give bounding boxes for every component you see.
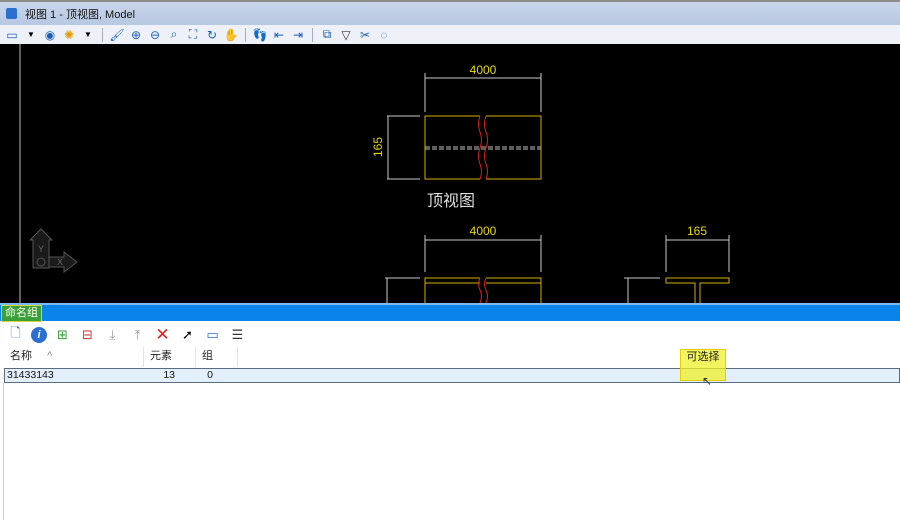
view-attributes-icon[interactable]: ▭ [4,27,20,42]
clip-volume-icon[interactable]: ✂ [357,27,373,42]
view-clip-icon[interactable]: ▽ [338,27,354,42]
cell-name: 31433143 [7,369,54,381]
dimension-165-top [387,115,420,180]
select-group-icon[interactable]: ➚ [178,325,197,344]
drawing-svg: Y X 4000 165 顶视图 4000 165 [19,44,730,303]
title-bar: 视图 1 - 顶视图, Model [0,0,900,25]
front-view: 4000 [385,224,542,303]
info-icon[interactable]: i [31,326,47,343]
window-title: 视图 1 - 顶视图, Model [25,8,136,21]
next-view-icon[interactable]: ⇥ [290,27,306,42]
dim-text: 4000 [470,63,497,77]
zoom-in-icon[interactable]: ⊕ [128,27,144,42]
clip-mask-icon[interactable]: ◌ [376,27,392,42]
named-groups-panel-header: 命名组 [0,303,900,322]
cell-groups: 0 [207,369,213,381]
move-up-icon[interactable]: ⤒ [128,325,147,344]
sort-ascending-icon: ^ [47,350,53,362]
table-row[interactable]: 31433143 13 0 [4,368,900,383]
delete-icon[interactable]: ✕ [153,325,172,344]
move-down-icon[interactable]: ⤓ [103,325,122,344]
add-to-group-icon[interactable]: ⊞ [53,325,72,344]
rotate-icon[interactable]: ↻ [204,27,220,42]
dimension-4000-top [424,73,542,112]
previous-view-icon[interactable]: ⇤ [271,27,287,42]
remove-from-group-icon[interactable]: ⊟ [78,325,97,344]
dim-text: 4000 [470,224,497,238]
fit-view-icon[interactable]: ⛶ [185,27,201,42]
table-header: 名称 ^ 元素 组 [4,347,900,367]
column-header-groups[interactable]: 组 [196,347,238,367]
new-group-icon[interactable]: 🗋 [6,325,25,344]
svg-text:Y: Y [38,244,44,254]
update-icon[interactable]: 🖌 [109,27,125,42]
copy-view-icon[interactable]: ⧉ [319,27,335,42]
view-window-icon [6,8,17,19]
top-view: 4000 165 顶视图 [371,63,542,210]
column-header-name[interactable]: 名称 ^ [4,347,144,367]
display-style-icon[interactable]: ◉ [42,27,58,42]
walk-icon[interactable]: 👣 [252,27,268,42]
axis-triad: Y X [28,228,78,274]
svg-text:X: X [57,257,63,267]
view-label: 顶视图 [427,192,475,210]
panel-title: 命名组 [1,305,42,322]
pan-icon[interactable]: ✋ [223,27,239,42]
dim-text: 165 [687,224,707,238]
drawing-canvas[interactable]: Y X 4000 165 顶视图 4000 165 [0,44,900,303]
side-view: 165 [624,224,730,303]
column-header-elements[interactable]: 元素 [144,347,196,367]
dropdown-icon[interactable]: ▼ [23,27,39,42]
lighting-icon[interactable]: ✺ [61,27,77,42]
view-group-icon[interactable]: ▭ [203,325,222,344]
zoom-out-icon[interactable]: ⊖ [147,27,163,42]
view-toolbar: ▭ ▼ ◉ ✺ ▼ 🖌 ⊕ ⊖ ⌕ ⛶ ↻ ✋ 👣 ⇤ ⇥ ⧉ ▽ ✂ ◌ [0,25,900,44]
panel-left-edge [0,383,4,520]
dim-text: 165 [371,137,385,157]
cell-elements: 13 [163,369,175,381]
dropdown-icon[interactable]: ▼ [80,27,96,42]
window-area-icon[interactable]: ⌕ [166,27,182,42]
tree-icon[interactable]: ☰ [228,325,247,344]
named-groups-toolbar: 🗋 i ⊞ ⊟ ⤓ ⤒ ✕ ➚ ▭ ☰ [0,322,900,347]
mouse-cursor-icon: ↖ [702,374,713,388]
